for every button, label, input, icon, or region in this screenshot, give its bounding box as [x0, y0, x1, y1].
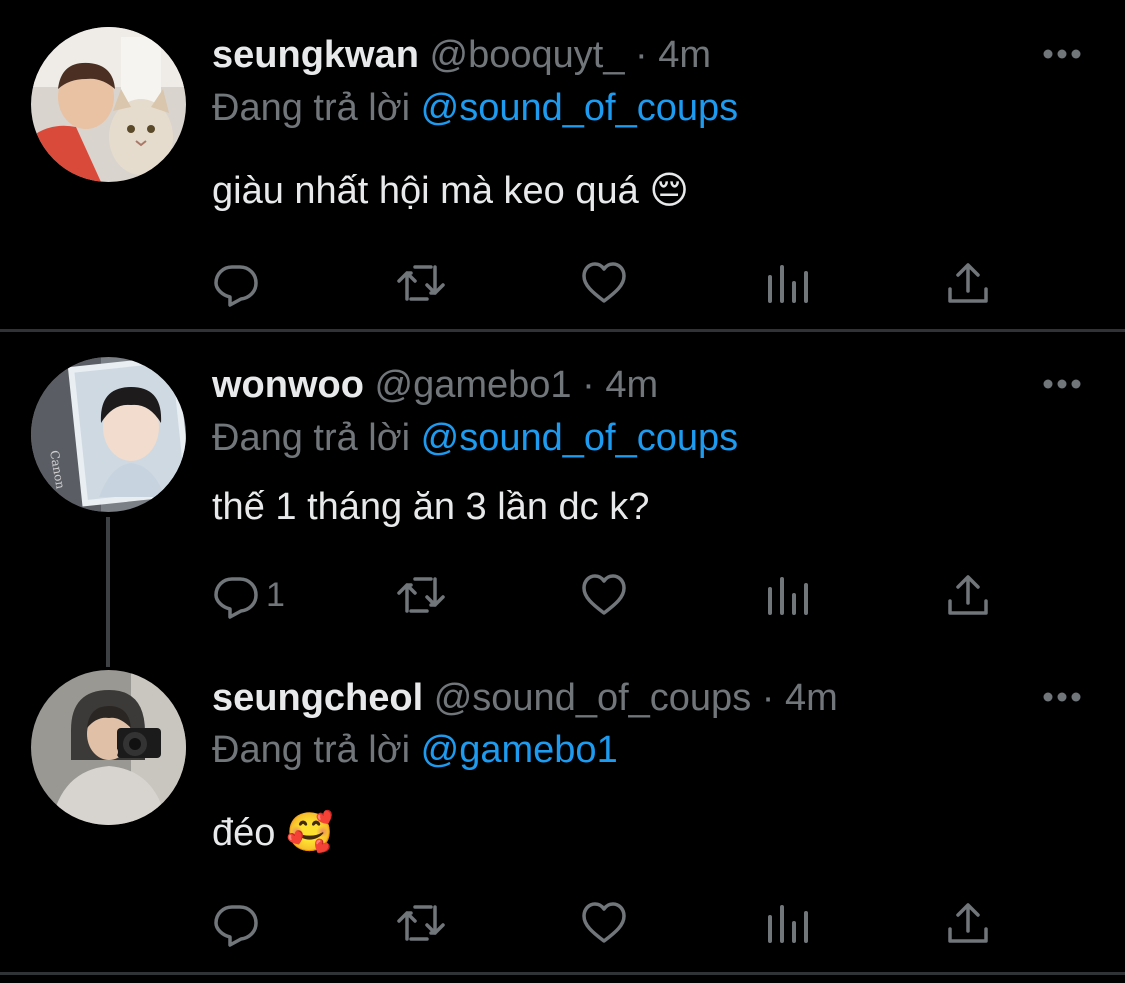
analytics-icon	[768, 577, 808, 615]
retweet-button[interactable]	[397, 898, 445, 948]
heart-icon	[582, 262, 626, 303]
retweet-button[interactable]	[397, 570, 445, 620]
separator-dot: ·	[761, 677, 775, 719]
views-button[interactable]	[764, 258, 812, 308]
views-button[interactable]	[764, 570, 812, 620]
separator-dot: ·	[635, 34, 648, 76]
avatar-image	[31, 27, 186, 182]
tweet-text: đéo 🥰	[212, 812, 334, 854]
heart-icon	[582, 902, 626, 943]
share-button[interactable]	[944, 258, 992, 308]
avatar-image	[31, 670, 186, 825]
retweet-button[interactable]	[397, 258, 445, 308]
replying-to-label: Đang trả lời	[212, 87, 411, 129]
tweet-text: giàu nhất hội mà keo quá 😔	[212, 170, 689, 212]
tweet-header: wonwoo @gamebo1 · 4m	[212, 363, 658, 407]
reply-button[interactable]: 1	[212, 570, 285, 620]
action-bar	[212, 258, 1012, 308]
retweet-icon	[397, 577, 445, 613]
display-name[interactable]: seungkwan	[212, 34, 419, 76]
replying-to: Đang trả lời @sound_of_coups	[212, 416, 738, 460]
reply-button[interactable]	[212, 898, 266, 948]
tweet-header: seungkwan @booquyt_ · 4m	[212, 33, 711, 77]
like-button[interactable]	[580, 570, 628, 620]
display-name[interactable]: wonwoo	[212, 364, 364, 406]
retweet-icon	[397, 265, 445, 301]
reply-mention-link[interactable]: @sound_of_coups	[421, 417, 738, 459]
user-handle[interactable]: @gamebo1	[375, 364, 572, 406]
timestamp[interactable]: 4m	[605, 364, 658, 406]
tweet-seungcheol[interactable]: seungcheol @sound_of_coups · 4m Đang trả…	[0, 666, 1125, 983]
share-button[interactable]	[944, 898, 992, 948]
share-button[interactable]	[944, 570, 992, 620]
avatar[interactable]	[31, 670, 186, 825]
tweet-header: seungcheol @sound_of_coups · 4m	[212, 676, 838, 720]
tweet-seungkwan[interactable]: seungkwan @booquyt_ · 4m Đang trả lời @s…	[0, 0, 1125, 330]
more-icon[interactable]	[1040, 374, 1084, 394]
thread-line	[106, 517, 110, 667]
share-icon	[948, 903, 988, 943]
share-icon	[948, 575, 988, 615]
replying-to: Đang trả lời @sound_of_coups	[212, 86, 738, 130]
display-name[interactable]: seungcheol	[212, 677, 423, 719]
reply-mention-link[interactable]: @sound_of_coups	[421, 87, 738, 129]
reply-button[interactable]	[212, 258, 266, 308]
avatar-image: Canon	[31, 357, 186, 512]
tweet-wonwoo[interactable]: Canon wonwoo @gamebo1 · 4m Đang trả lời …	[0, 332, 1125, 667]
replying-to: Đang trả lời @gamebo1	[212, 728, 618, 772]
timestamp[interactable]: 4m	[658, 34, 711, 76]
user-handle[interactable]: @sound_of_coups	[434, 677, 751, 719]
like-button[interactable]	[580, 898, 628, 948]
reply-icon	[214, 577, 258, 619]
reply-count: 1	[266, 575, 285, 614]
user-handle[interactable]: @booquyt_	[430, 34, 625, 76]
views-button[interactable]	[764, 898, 812, 948]
reply-mention-link[interactable]: @gamebo1	[421, 729, 618, 771]
analytics-icon	[768, 265, 808, 303]
tweet-separator	[0, 972, 1125, 975]
replying-to-label: Đang trả lời	[212, 417, 411, 459]
tweet-text: thế 1 tháng ăn 3 lần dc k?	[212, 486, 650, 528]
retweet-icon	[397, 905, 445, 941]
more-icon[interactable]	[1040, 44, 1084, 64]
more-icon[interactable]	[1040, 687, 1084, 707]
share-icon	[948, 263, 988, 303]
timestamp[interactable]: 4m	[785, 677, 838, 719]
reply-icon	[214, 265, 258, 307]
action-bar	[212, 898, 1012, 948]
analytics-icon	[768, 905, 808, 943]
reply-icon	[214, 905, 258, 947]
like-button[interactable]	[580, 258, 628, 308]
action-bar: 1	[212, 570, 1012, 620]
heart-icon	[582, 574, 626, 615]
avatar[interactable]	[31, 27, 186, 182]
separator-dot: ·	[582, 364, 595, 406]
avatar[interactable]: Canon	[31, 357, 186, 512]
replying-to-label: Đang trả lời	[212, 729, 411, 771]
